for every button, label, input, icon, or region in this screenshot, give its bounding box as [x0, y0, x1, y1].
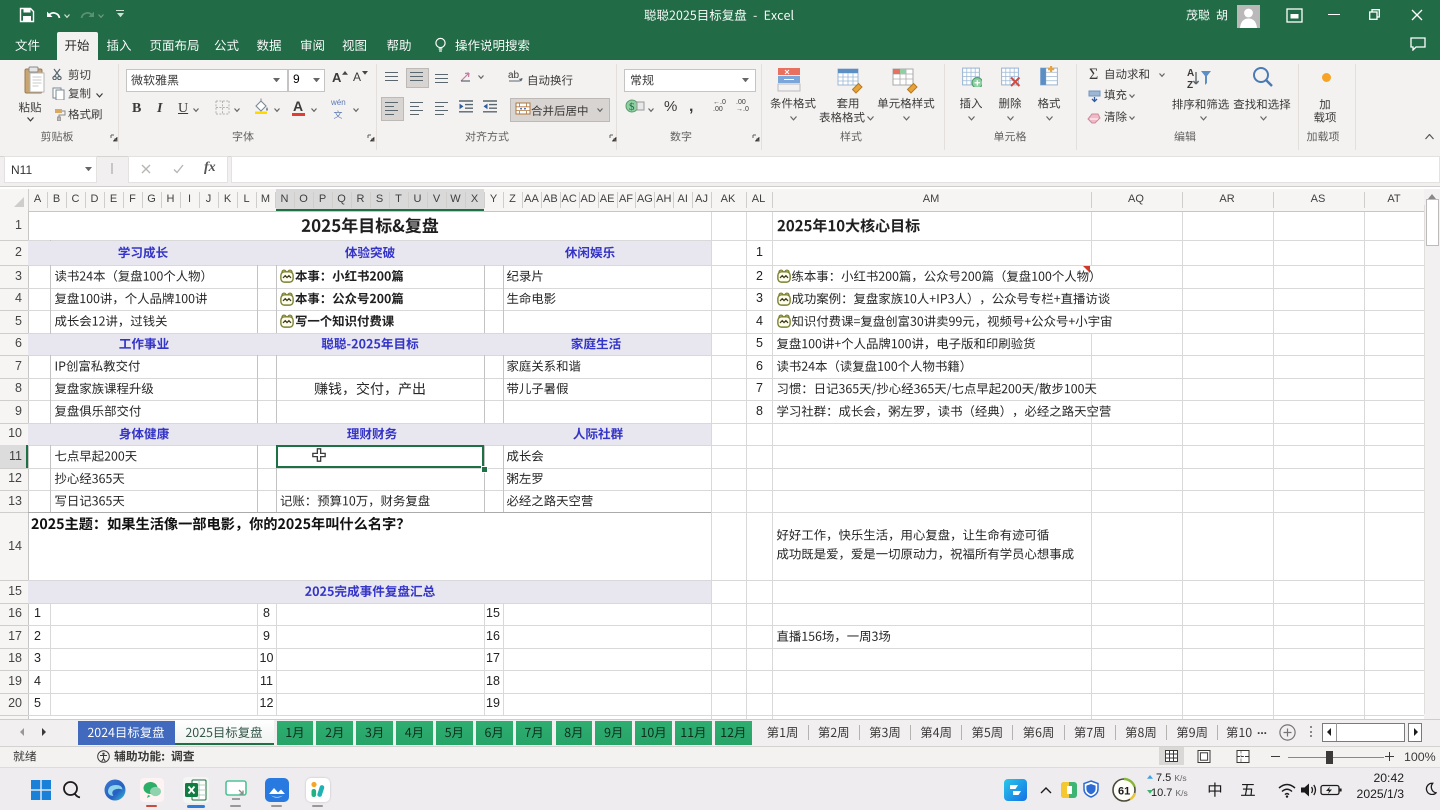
svg-text:$: $	[629, 101, 635, 113]
svg-text:61: 61	[1118, 786, 1130, 798]
svg-text:ab: ab	[508, 70, 520, 81]
svg-text:A: A	[1187, 68, 1194, 79]
svg-text:Z: Z	[1187, 80, 1193, 91]
